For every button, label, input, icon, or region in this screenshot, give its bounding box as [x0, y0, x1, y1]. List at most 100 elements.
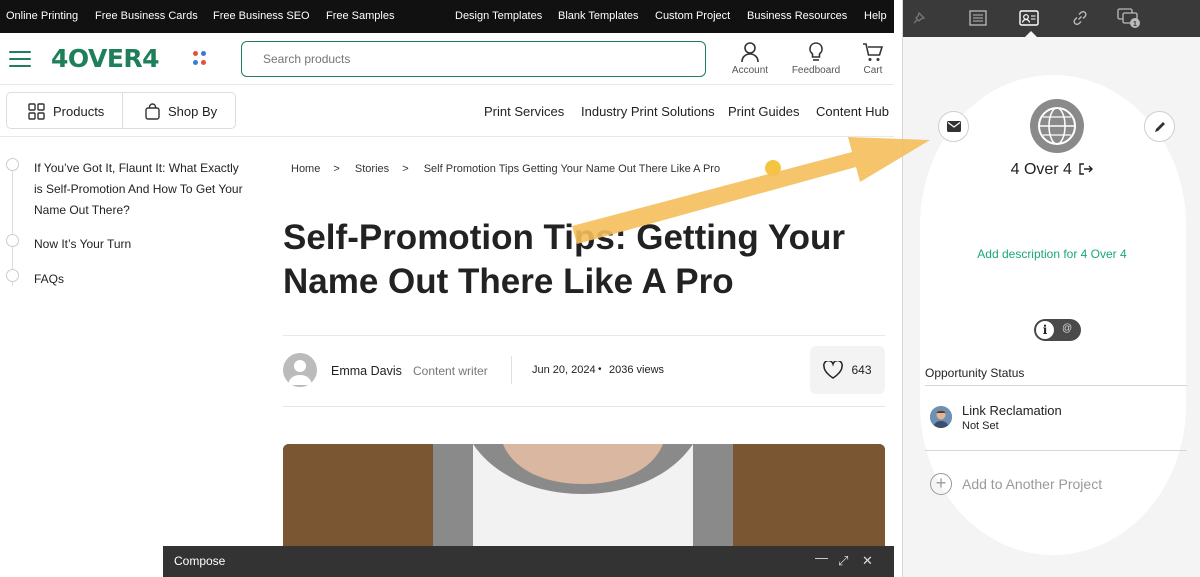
toc-bullet: [6, 234, 19, 247]
message-count-badge: 1: [1133, 21, 1137, 28]
link-icon[interactable]: [1068, 7, 1092, 29]
toc-item-faqs[interactable]: FAQs: [34, 269, 249, 290]
breadcrumb: Home > Stories > Self Promotion Tips Get…: [291, 163, 730, 175]
category-tabs: Products Shop By: [6, 92, 236, 129]
open-external-icon[interactable]: [1079, 163, 1094, 175]
user-placeholder-icon: [288, 360, 312, 385]
grid-icon: [28, 103, 45, 120]
toc-line: [12, 166, 13, 286]
breadcrumb-stories[interactable]: Stories: [355, 163, 389, 175]
top-nav-bar: Online Printing Free Business Cards Free…: [0, 0, 894, 33]
page: Online Printing Free Business Cards Free…: [0, 0, 1200, 577]
crm-side-panel: 1 4 Over 4 Add description for 4 Over 4 …: [902, 0, 1200, 577]
plus-icon: +: [930, 473, 952, 495]
view-count: 2036 views: [609, 364, 665, 376]
panel-body: 4 Over 4 Add description for 4 Over 4 i …: [903, 37, 1200, 577]
compose-window-bar[interactable]: Compose — ⤢ ✕: [163, 546, 894, 577]
divider: [283, 335, 885, 336]
contact-card-icon[interactable]: [1017, 7, 1041, 37]
nav-content-hub[interactable]: Content Hub: [816, 104, 889, 119]
breadcrumb-separator: >: [402, 163, 409, 175]
cart-icon: [863, 43, 884, 61]
user-icon: [741, 42, 759, 63]
pin-icon[interactable]: [907, 7, 931, 29]
divider: [925, 450, 1187, 451]
cart-button[interactable]: Cart: [843, 41, 903, 76]
author-name[interactable]: Emma Davis: [331, 364, 402, 378]
info-icon: i: [1035, 320, 1055, 340]
feedboard-label: Feedboard: [791, 65, 841, 76]
account-button[interactable]: Account: [720, 41, 780, 76]
contact-name[interactable]: 4 Over 4: [1011, 161, 1072, 178]
badge-icon[interactable]: [765, 160, 781, 176]
opportunity-name[interactable]: Link Reclamation: [962, 403, 1062, 418]
heart-icon: [823, 361, 844, 379]
search-input[interactable]: [241, 41, 706, 77]
site-header: 4OVER4 Account Feedboard Cart: [0, 33, 894, 85]
topnav-custom-project[interactable]: Custom Project: [655, 10, 730, 22]
apps-dots-icon[interactable]: [193, 51, 207, 67]
topnav-free-business-seo[interactable]: Free Business SEO: [213, 10, 310, 22]
meta-dot: •: [598, 364, 602, 375]
toc-bullet: [6, 158, 19, 171]
list-icon[interactable]: [966, 7, 990, 29]
breadcrumb-home[interactable]: Home: [291, 163, 320, 175]
contact-name-row: 4 Over 4: [903, 161, 1200, 179]
add-description-link[interactable]: Add description for 4 Over 4: [903, 247, 1200, 261]
pencil-icon: [1154, 121, 1165, 132]
breadcrumb-separator: >: [333, 163, 340, 175]
add-to-project-label: Add to Another Project: [962, 476, 1103, 492]
globe-avatar-icon: [1030, 99, 1084, 153]
toc-item-your-turn[interactable]: Now It’s Your Turn: [34, 234, 249, 255]
opportunity-avatar: [930, 406, 952, 428]
publish-date: Jun 20, 2024: [532, 364, 596, 376]
topnav-free-samples[interactable]: Free Samples: [326, 10, 394, 22]
at-icon: @: [1062, 323, 1073, 334]
email-button[interactable]: [938, 111, 969, 142]
author-avatar[interactable]: [283, 353, 317, 387]
toc-bullet: [6, 269, 19, 282]
expand-icon[interactable]: ⤢: [838, 553, 848, 569]
compose-title: Compose: [174, 554, 226, 568]
products-label: Products: [53, 104, 105, 119]
topnav-blank-templates[interactable]: Blank Templates: [558, 10, 639, 22]
nav-print-services[interactable]: Print Services: [484, 104, 564, 119]
nav-industry-print-solutions[interactable]: Industry Print Solutions: [581, 104, 715, 119]
edit-button[interactable]: [1144, 111, 1175, 142]
account-label: Account: [731, 65, 769, 76]
lightbulb-icon: [809, 42, 823, 61]
secondary-nav: Products Shop By Print Services Industry…: [0, 85, 894, 137]
minimize-icon[interactable]: —: [815, 550, 828, 565]
author-role: Content writer: [413, 364, 488, 378]
cart-label: Cart: [863, 65, 883, 76]
shop-by-button[interactable]: Shop By: [145, 103, 217, 120]
like-count: 643: [851, 363, 872, 377]
nav-print-guides[interactable]: Print Guides: [728, 104, 800, 119]
breadcrumb-current: Self Promotion Tips Getting Your Name Ou…: [423, 163, 721, 175]
meta-divider: [511, 356, 512, 384]
close-icon[interactable]: ✕: [862, 553, 873, 569]
opportunity-status-label: Opportunity Status: [925, 366, 1025, 380]
shopping-bag-icon: [145, 103, 160, 120]
site-logo[interactable]: 4OVER4: [51, 44, 160, 73]
hamburger-menu-icon[interactable]: [9, 51, 31, 67]
shop-by-label: Shop By: [168, 104, 218, 119]
info-email-toggle[interactable]: i @: [1034, 319, 1081, 341]
feedboard-button[interactable]: Feedboard: [786, 41, 846, 76]
tab-divider: [122, 93, 123, 128]
panel-toolbar: 1: [903, 0, 1200, 37]
topnav-design-templates[interactable]: Design Templates: [455, 10, 542, 22]
envelope-icon: [946, 121, 961, 132]
toc-item-flaunt-it[interactable]: If You’ve Got It, Flaunt It: What Exactl…: [34, 158, 249, 221]
divider: [925, 385, 1187, 386]
topnav-free-business-cards[interactable]: Free Business Cards: [95, 10, 198, 22]
opportunity-status[interactable]: Not Set: [962, 420, 999, 432]
topnav-help[interactable]: Help: [864, 10, 887, 22]
products-button[interactable]: Products: [28, 103, 104, 120]
divider: [283, 406, 885, 407]
topnav-business-resources[interactable]: Business Resources: [747, 10, 847, 22]
topnav-online-printing[interactable]: Online Printing: [6, 10, 78, 22]
like-button[interactable]: 643: [810, 346, 885, 394]
add-to-project-button[interactable]: + Add to Another Project: [930, 473, 1102, 495]
messages-icon[interactable]: 1: [1117, 7, 1141, 29]
